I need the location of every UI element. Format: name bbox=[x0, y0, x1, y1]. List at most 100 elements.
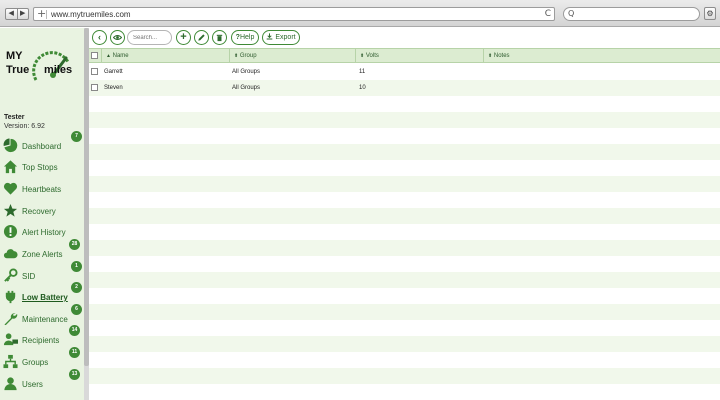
chevron-left-icon: ‹ bbox=[98, 32, 101, 42]
key-icon bbox=[4, 268, 18, 282]
home-icon bbox=[3, 160, 18, 174]
cell-volts: 11 bbox=[359, 69, 366, 75]
sidebar-item-label: Recovery bbox=[22, 207, 56, 216]
table-row[interactable]: Steven All Groups 10 bbox=[89, 80, 720, 96]
logo-text-true: True bbox=[6, 64, 30, 76]
empty-row bbox=[89, 128, 720, 144]
export-label: Export bbox=[275, 34, 296, 41]
empty-row bbox=[89, 384, 720, 400]
column-header-volts[interactable]: ⬍ Volts bbox=[355, 49, 483, 63]
column-header-group[interactable]: ⬍ Group bbox=[229, 49, 355, 63]
sort-asc-icon: ▲ bbox=[106, 53, 111, 59]
sidebar-item-label: Recipients bbox=[22, 336, 60, 345]
column-header-name[interactable]: ▲ Name bbox=[101, 49, 229, 63]
groups-icon bbox=[3, 354, 18, 369]
sidebar-item-low-battery[interactable]: Low Battery 2 bbox=[0, 282, 84, 307]
empty-row bbox=[89, 176, 720, 192]
reload-icon[interactable]: C bbox=[545, 8, 551, 20]
cell-volts: 10 bbox=[359, 85, 366, 91]
count-badge: 2 bbox=[71, 282, 82, 293]
add-button[interactable]: + bbox=[176, 30, 191, 45]
empty-row bbox=[89, 352, 720, 368]
column-header-notes[interactable]: ⬍ Notes bbox=[483, 49, 720, 63]
empty-row bbox=[89, 208, 720, 224]
cell-group: All Groups bbox=[232, 85, 261, 91]
sidebar-item-users[interactable]: Users 13 bbox=[0, 369, 84, 394]
sidebar-item-heartbeats[interactable]: Heartbeats bbox=[0, 179, 84, 199]
empty-row bbox=[89, 192, 720, 208]
sidebar-item-label: Alert History bbox=[22, 228, 66, 237]
empty-row bbox=[89, 112, 720, 128]
empty-row bbox=[89, 304, 720, 320]
table-row[interactable]: Garrett All Groups 11 bbox=[89, 64, 720, 80]
count-badge: 1 bbox=[71, 261, 82, 272]
sidebar-item-label: SID bbox=[22, 272, 36, 281]
heart-icon bbox=[3, 182, 18, 195]
battery-table: ▲ Name ⬍ Group ⬍ Volts ⬍ Notes Garrett A… bbox=[89, 48, 720, 400]
sort-icon: ⬍ bbox=[234, 53, 239, 59]
help-label: Help bbox=[239, 34, 255, 41]
user-icon bbox=[4, 377, 17, 391]
browser-search-input[interactable]: Q bbox=[563, 7, 700, 21]
delete-button[interactable] bbox=[212, 30, 227, 45]
column-header-label: Notes bbox=[493, 53, 510, 59]
url-text[interactable]: www.mytruemiles.com bbox=[51, 9, 131, 20]
sort-icon: ⬍ bbox=[488, 53, 493, 59]
cell-name: Garrett bbox=[104, 69, 123, 75]
empty-row bbox=[89, 240, 720, 256]
grid-toolbar: ‹ + ?Help Export bbox=[89, 28, 720, 48]
count-badge: 7 bbox=[71, 131, 82, 142]
empty-row bbox=[89, 320, 720, 336]
column-header-label: Group bbox=[239, 53, 257, 59]
add-bookmark-icon[interactable]: + bbox=[37, 8, 46, 20]
pie-chart-icon bbox=[3, 138, 18, 153]
sidebar-item-label: Users bbox=[22, 380, 43, 389]
sidebar-item-zone-alerts[interactable]: Zone Alerts 28 bbox=[0, 239, 84, 264]
empty-row bbox=[89, 96, 720, 112]
sidebar-item-dashboard[interactable]: Dashboard 7 bbox=[0, 131, 84, 156]
search-input[interactable] bbox=[127, 30, 172, 45]
trash-icon bbox=[216, 34, 223, 42]
back-button[interactable]: ‹ bbox=[92, 30, 107, 45]
sidebar-item-label: Low Battery bbox=[22, 293, 68, 302]
toggle-view-button[interactable] bbox=[110, 30, 125, 45]
sidebar-item-top-stops[interactable]: Top Stops bbox=[0, 157, 84, 177]
star-icon bbox=[3, 203, 18, 217]
select-all-checkbox[interactable] bbox=[91, 52, 98, 59]
count-badge: 6 bbox=[71, 304, 82, 315]
empty-row bbox=[89, 336, 720, 352]
sidebar-item-label: Dashboard bbox=[22, 142, 62, 151]
empty-row bbox=[89, 272, 720, 288]
row-checkbox[interactable] bbox=[91, 84, 98, 91]
back-button[interactable]: ◀ bbox=[6, 9, 17, 19]
help-button[interactable]: ?Help bbox=[231, 30, 259, 45]
cell-group: All Groups bbox=[232, 69, 261, 75]
count-badge: 11 bbox=[69, 347, 80, 358]
wrench-icon bbox=[4, 313, 18, 326]
history-buttons: ◀ ▶ bbox=[5, 8, 29, 20]
plus-icon: + bbox=[180, 31, 187, 43]
address-divider bbox=[46, 10, 47, 19]
address-bar[interactable]: + www.mytruemiles.com C bbox=[33, 7, 555, 21]
sidebar-item-label: Zone Alerts bbox=[22, 250, 63, 259]
settings-gear-icon[interactable]: ⚙ bbox=[704, 7, 716, 20]
forward-button[interactable]: ▶ bbox=[16, 9, 29, 19]
count-badge: 13 bbox=[69, 369, 80, 380]
cell-name: Steven bbox=[104, 85, 123, 91]
edit-button[interactable] bbox=[194, 30, 209, 45]
logo: MY True miles bbox=[4, 46, 84, 92]
header-select-all[interactable] bbox=[89, 49, 101, 63]
alert-icon bbox=[3, 224, 18, 239]
empty-row bbox=[89, 160, 720, 176]
sidebar-item-label: Maintenance bbox=[22, 315, 68, 324]
download-icon bbox=[267, 33, 273, 40]
table-header: ▲ Name ⬍ Group ⬍ Volts ⬍ Notes bbox=[89, 48, 720, 63]
row-checkbox[interactable] bbox=[91, 68, 98, 75]
empty-row bbox=[89, 144, 720, 160]
sidebar-item-recovery[interactable]: Recovery bbox=[0, 201, 84, 221]
export-button[interactable]: Export bbox=[262, 30, 300, 45]
sidebar-item-label: Groups bbox=[22, 358, 49, 367]
plug-icon bbox=[5, 290, 16, 304]
empty-row bbox=[89, 256, 720, 272]
user-name: Tester bbox=[4, 114, 25, 121]
